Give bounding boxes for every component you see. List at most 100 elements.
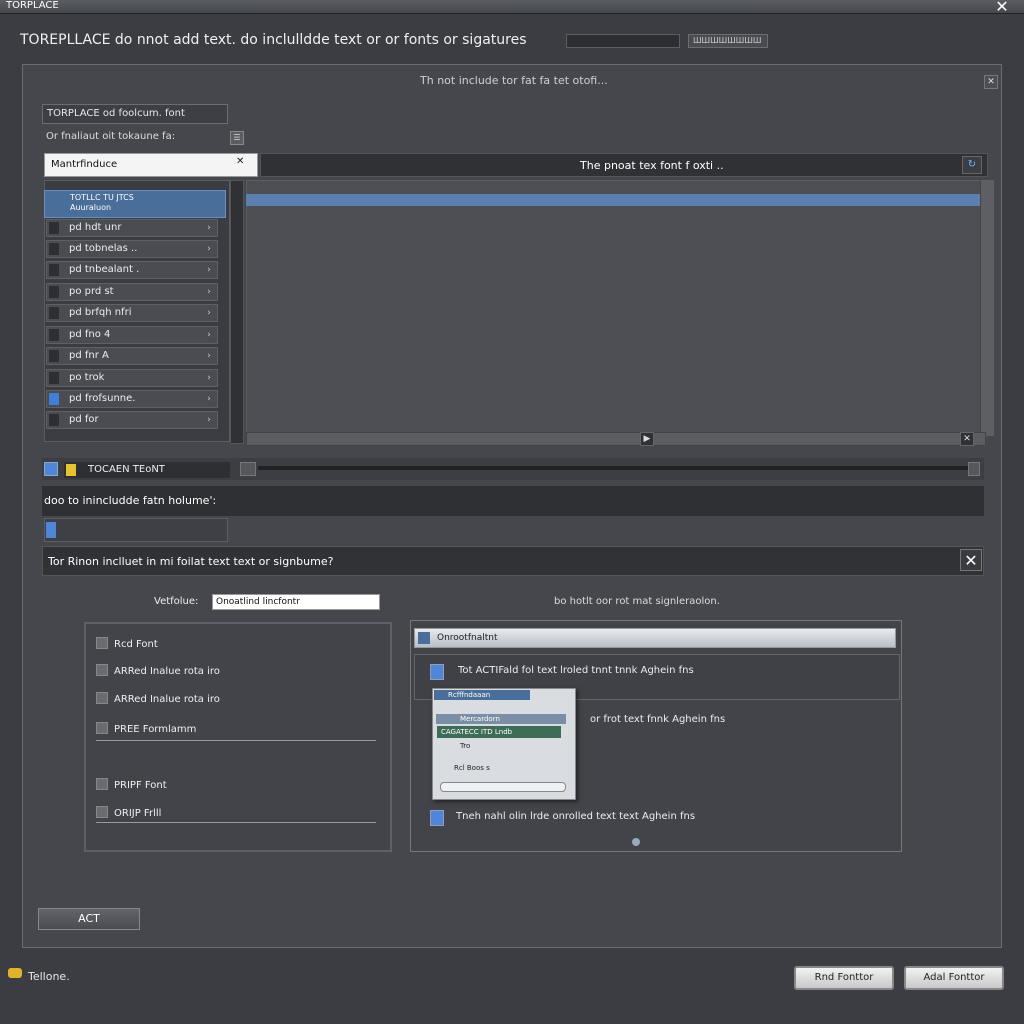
pagination-dot[interactable] (632, 838, 640, 846)
listbox-row[interactable]: Tot ACTIFald fol text lroled tnnt tnnk A… (458, 664, 694, 678)
refresh-icon[interactable]: ↻ (962, 156, 982, 174)
scroll-right-icon[interactable]: ▶ (640, 432, 654, 446)
list-item[interactable]: po prd st › (46, 283, 218, 301)
option-label: ORIJP Frlll (114, 808, 162, 819)
chevron-right-icon[interactable]: › (203, 413, 215, 427)
field-icon (46, 522, 56, 538)
value-input[interactable]: Onoatlind lincfontr (212, 594, 380, 610)
checkbox-icon[interactable] (96, 664, 108, 676)
detail-scrollbar[interactable] (980, 180, 994, 436)
list-scrollbar[interactable] (230, 180, 244, 444)
detail-selected-row[interactable] (246, 194, 980, 206)
chevron-right-icon[interactable]: › (203, 349, 215, 363)
list-item[interactable]: pd tnbealant . › (46, 261, 218, 279)
section-icon (44, 462, 58, 476)
checkbox-icon[interactable] (96, 692, 108, 704)
chevron-right-icon[interactable]: › (203, 242, 215, 256)
act-button[interactable]: ACT (38, 908, 140, 930)
list-item[interactable]: po trok › (46, 369, 218, 387)
item-badge-icon (49, 243, 59, 255)
status-icon (8, 968, 22, 978)
chevron-right-icon[interactable]: › (203, 371, 215, 385)
panel-header-text: Th not include tor fat fa tet otofi... (420, 74, 608, 87)
panel-close-icon[interactable]: ✕ (984, 75, 998, 89)
chevron-right-icon[interactable]: › (203, 221, 215, 235)
option-label: ARRed Inalue rota iro (114, 666, 220, 677)
section-label: TOCAEN TEoNT (64, 462, 230, 478)
listbox-header[interactable]: Onrootfnaltnt (414, 628, 896, 648)
chevron-right-icon[interactable]: › (203, 392, 215, 406)
item-badge-icon (49, 393, 59, 405)
scroll-close-icon[interactable]: ✕ (960, 432, 974, 446)
option-label: PREE Formlamm (114, 724, 197, 735)
popup-input[interactable] (440, 782, 566, 792)
divider (96, 740, 376, 741)
option-checkbox[interactable]: ARRed Inalue rota iro (96, 664, 220, 680)
read-font-button[interactable]: Rnd Fonttor (794, 966, 894, 990)
checkbox-icon[interactable] (96, 806, 108, 818)
selected-item-label: TOTLLC TU JTCS Auuraluon (70, 193, 134, 212)
item-badge-icon (49, 307, 59, 319)
chevron-right-icon[interactable]: › (203, 328, 215, 342)
heading-input[interactable] (566, 34, 680, 48)
list-item[interactable]: pd brfqh nfri › (46, 304, 218, 322)
chevron-right-icon[interactable]: › (203, 285, 215, 299)
item-badge-icon (49, 264, 59, 276)
window-title: TORPLACE (6, 0, 59, 11)
search-input[interactable]: Mantrfinduce (44, 153, 258, 177)
list-item[interactable]: pd hdt unr › (46, 219, 218, 237)
item-badge-icon (49, 222, 59, 234)
slider-start-handle[interactable] (240, 462, 256, 476)
checkbox-icon[interactable] (96, 637, 108, 649)
horizontal-scrollbar[interactable] (246, 432, 986, 446)
listbox-icon (418, 632, 430, 644)
listbox-row[interactable]: or frot text fnnk Aghein fns (590, 713, 725, 727)
option-label: PRIPF Font (114, 780, 167, 791)
checkbox-icon[interactable] (96, 722, 108, 734)
list-item[interactable]: pd frofsunne. › (46, 390, 218, 408)
list-item-label: pd fno 4 (69, 329, 111, 340)
answer-field[interactable] (44, 518, 228, 542)
checkbox-icon[interactable] (96, 778, 108, 790)
list-item-label: pd frofsunne. (69, 393, 136, 404)
menu-icon[interactable]: ☰ (230, 131, 244, 145)
list-item[interactable]: pd tobnelas .. › (46, 240, 218, 258)
window-close-button[interactable]: ✕ (990, 0, 1014, 16)
popup-text: Rcl Boos s (454, 764, 490, 772)
list-item[interactable]: pd fnr A › (46, 347, 218, 365)
value-label: Vetfolue: (154, 596, 199, 607)
heading-field-secondary[interactable]: ШШШШШШШШ (688, 34, 768, 48)
form-note: bo hotlt oor rot mat signleraolon. (554, 596, 720, 607)
popup-item[interactable]: Mercardorn (436, 714, 566, 724)
list-item-label: pd tobnelas .. (69, 243, 138, 254)
list-item[interactable]: pd fno 4 › (46, 326, 218, 344)
status-text: Tellone. (28, 970, 70, 983)
option-checkbox[interactable]: Rcd Font (96, 637, 158, 653)
divider (96, 822, 376, 823)
close-icon[interactable]: ✕ (960, 549, 982, 571)
option-checkbox[interactable]: ARRed Inalue rota iro (96, 692, 220, 708)
row-icon (430, 810, 444, 826)
list-item[interactable]: pd for › (46, 411, 218, 429)
option-checkbox[interactable]: ORIJP Frlll (96, 806, 161, 822)
list-item-label: pd tnbealant . (69, 264, 140, 275)
detail-header-text: The pnoat tex font f oxti .. (580, 159, 724, 172)
listbox-row[interactable]: Tneh nahl olin lrde onrolled text text A… (456, 810, 695, 824)
chevron-right-icon[interactable]: › (203, 263, 215, 277)
slider-track[interactable] (258, 466, 968, 470)
popup-chip[interactable]: CAGATECC ITD Lndb (437, 726, 561, 738)
popup-text: Tro (460, 742, 471, 750)
option-label: Rcd Font (114, 639, 158, 650)
add-font-button[interactable]: Adal Fonttor (904, 966, 1004, 990)
chevron-right-icon[interactable]: › (203, 306, 215, 320)
list-item-label: pd hdt unr (69, 222, 122, 233)
option-label: ARRed Inalue rota iro (114, 694, 220, 705)
clear-search-icon[interactable]: ✕ (236, 156, 244, 167)
item-badge-icon (49, 286, 59, 298)
option-checkbox[interactable]: PREE Formlamm (96, 722, 196, 738)
option-checkbox[interactable]: PRIPF Font (96, 778, 167, 794)
sublabel-text: Or fnaliaut oit tokaune fa: (46, 131, 176, 142)
tab-main[interactable]: TORPLACE od foolcum. font (42, 104, 228, 124)
item-badge-icon (49, 372, 59, 384)
slider-end-handle[interactable] (968, 462, 980, 476)
